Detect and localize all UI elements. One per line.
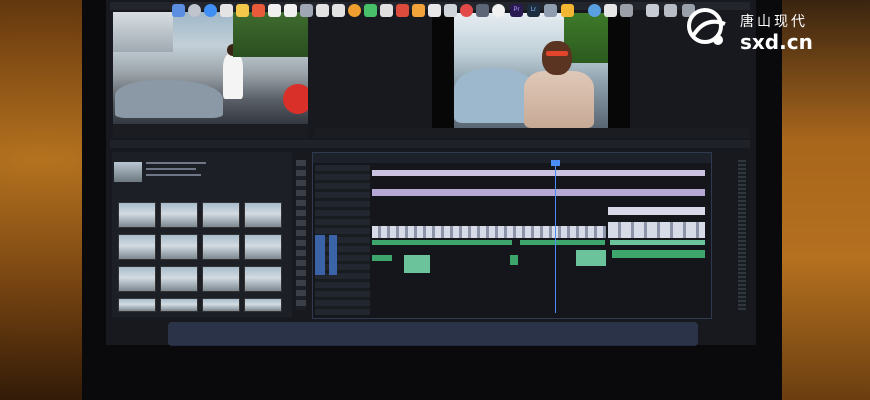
person-shirt xyxy=(524,71,594,128)
audio-track-a2-clip[interactable] xyxy=(510,255,518,265)
audio-meter xyxy=(738,160,746,310)
clip-thumbnail[interactable] xyxy=(202,202,240,228)
clip-thumbnail[interactable] xyxy=(202,298,240,312)
app-icon[interactable] xyxy=(588,4,601,17)
watermark-chinese-text: 唐山现代 xyxy=(740,14,808,30)
document-icon[interactable] xyxy=(332,4,345,17)
clip-thumbnail[interactable] xyxy=(202,266,240,292)
program-monitor-video xyxy=(432,13,630,128)
messages-icon[interactable] xyxy=(364,4,377,17)
document-icon[interactable] xyxy=(268,4,281,17)
app-icon[interactable] xyxy=(444,4,457,17)
app-icon[interactable] xyxy=(476,4,489,17)
track-target-highlight[interactable] xyxy=(329,235,337,275)
clip-thumbnail[interactable] xyxy=(118,266,156,292)
downloads-icon[interactable] xyxy=(646,4,659,17)
finder-icon[interactable] xyxy=(172,4,185,17)
video-track-v1-clips[interactable] xyxy=(372,226,606,238)
app-icon[interactable] xyxy=(412,4,425,17)
photos-icon[interactable] xyxy=(348,4,361,17)
source-monitor-video xyxy=(113,12,308,124)
clip-thumbnail[interactable] xyxy=(244,266,282,292)
document-icon[interactable] xyxy=(604,4,617,17)
lightroom-icon[interactable]: Lr xyxy=(527,4,540,17)
audio-track-a2-clip[interactable] xyxy=(612,250,705,258)
bin-preview-thumb xyxy=(114,162,142,182)
keynote-icon[interactable] xyxy=(428,4,441,17)
bin-info-line xyxy=(146,174,201,176)
watermark-domain-text: sxd.cn xyxy=(740,30,813,54)
playhead[interactable] xyxy=(555,160,556,313)
notes-icon[interactable] xyxy=(236,4,249,17)
red-object xyxy=(283,84,308,114)
clip-thumbnail[interactable] xyxy=(160,298,198,312)
video-track-v1-clips[interactable] xyxy=(608,222,705,238)
clip-thumbnail[interactable] xyxy=(160,202,198,228)
middle-tab-bar xyxy=(110,140,750,148)
audio-track-a1-clip[interactable] xyxy=(520,240,605,245)
audio-track-a2-clip[interactable] xyxy=(372,255,392,261)
clip-thumbnail[interactable] xyxy=(244,298,282,312)
bin-info-line xyxy=(146,162,206,164)
bin-info-line xyxy=(146,168,196,170)
launchpad-icon[interactable] xyxy=(188,4,201,17)
app-icon[interactable] xyxy=(300,4,313,17)
person-head xyxy=(542,41,572,75)
track-target-highlight[interactable] xyxy=(315,235,325,275)
app-icon[interactable] xyxy=(396,4,409,17)
program-controls[interactable] xyxy=(314,128,750,138)
clip-thumbnail[interactable] xyxy=(118,202,156,228)
playhead-handle[interactable] xyxy=(551,160,560,166)
timeline-header xyxy=(313,153,711,163)
source-controls[interactable] xyxy=(113,124,308,138)
watermark-emblem xyxy=(687,8,726,45)
tree-shape xyxy=(233,12,308,57)
clip-thumbnail[interactable] xyxy=(160,266,198,292)
app-icon[interactable] xyxy=(252,4,265,17)
video-track-v2-clip[interactable] xyxy=(372,189,705,196)
video-track-clip[interactable] xyxy=(608,207,705,215)
document-icon[interactable] xyxy=(284,4,297,17)
document-icon[interactable] xyxy=(664,4,677,17)
person-shape xyxy=(223,54,243,99)
audio-track-a1-clip[interactable] xyxy=(372,240,512,245)
premiere-pro-icon[interactable]: Pr xyxy=(510,4,523,17)
background-wall-right xyxy=(775,0,870,400)
app-icon[interactable] xyxy=(544,4,557,17)
mail-icon[interactable] xyxy=(220,4,233,17)
no-entry-icon[interactable] xyxy=(460,4,473,17)
safari-icon[interactable] xyxy=(204,4,217,17)
tools-panel[interactable] xyxy=(296,160,306,310)
clip-thumbnail[interactable] xyxy=(244,202,282,228)
app-icon[interactable] xyxy=(492,4,505,17)
clip-thumbnail[interactable] xyxy=(118,298,156,312)
audio-track-a1-clip[interactable] xyxy=(610,240,705,245)
watermark-logo: 唐山现代 sxd.cn xyxy=(682,3,860,54)
clip-thumbnail[interactable] xyxy=(160,234,198,260)
document-icon[interactable] xyxy=(316,4,329,17)
clip-thumbnail[interactable] xyxy=(244,234,282,260)
app-icon[interactable] xyxy=(620,4,633,17)
app-dock xyxy=(168,322,698,346)
video-track-v3-clip[interactable] xyxy=(372,170,705,176)
folder-icon[interactable] xyxy=(561,4,574,17)
clip-thumbnail[interactable] xyxy=(118,234,156,260)
document-icon[interactable] xyxy=(380,4,393,17)
clip-thumbnail[interactable] xyxy=(202,234,240,260)
sunglasses-shape xyxy=(546,51,568,56)
car-shape xyxy=(115,80,223,118)
program-frame xyxy=(454,13,608,128)
audio-track-a2-clip[interactable] xyxy=(404,255,430,273)
house-shape xyxy=(113,12,173,52)
audio-track-a2-clip[interactable] xyxy=(576,250,606,266)
